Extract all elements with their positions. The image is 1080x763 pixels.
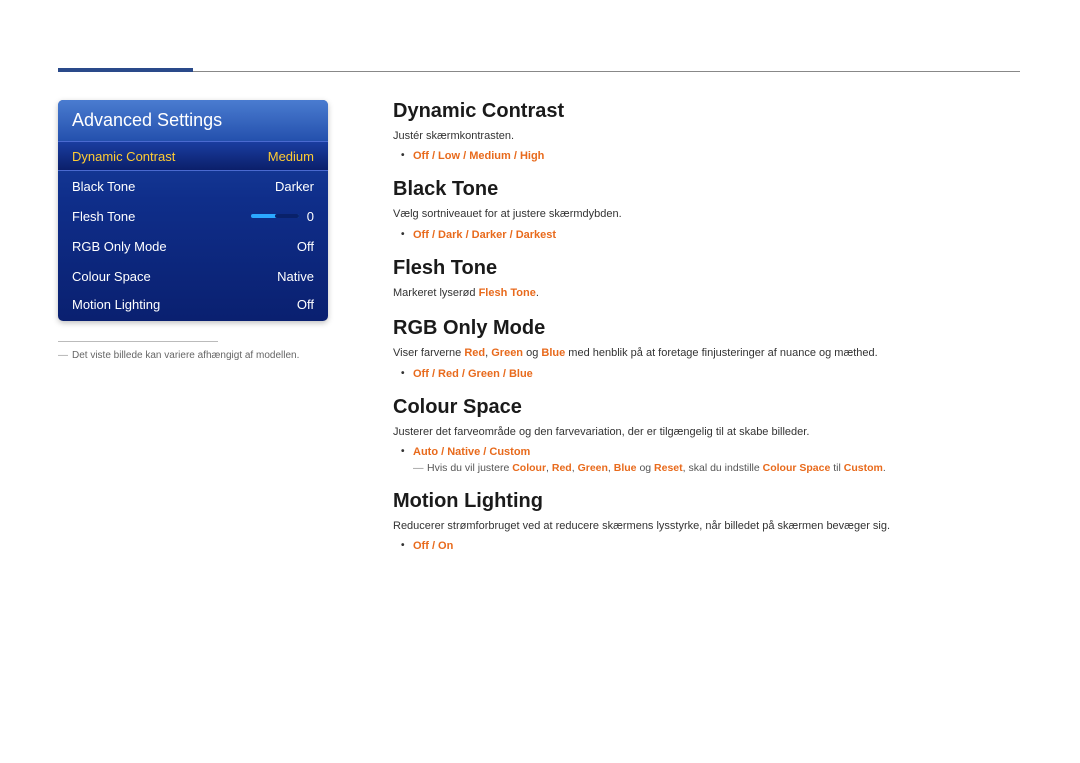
- section-title: Flesh Tone: [393, 257, 1020, 280]
- row-value: Medium: [268, 149, 314, 164]
- section-title: Dynamic Contrast: [393, 100, 1020, 123]
- row-value: Off: [297, 239, 314, 254]
- row-label: RGB Only Mode: [72, 239, 167, 254]
- section-options: Off / Red / Green / Blue: [393, 368, 1020, 380]
- section-options: Off / On: [393, 540, 1020, 552]
- section-desc: Reducerer strømforbruget ved at reducere…: [393, 519, 1020, 534]
- row-value: 0: [307, 209, 314, 224]
- panel-row-dynamic-contrast[interactable]: Dynamic Contrast Medium: [58, 141, 328, 171]
- section-options: Off / Low / Medium / High: [393, 150, 1020, 162]
- section-title: RGB Only Mode: [393, 317, 1020, 340]
- row-label: Dynamic Contrast: [72, 149, 175, 164]
- row-label: Colour Space: [72, 269, 151, 284]
- section-desc: Markeret lyserød Flesh Tone.: [393, 286, 1020, 301]
- row-value: Native: [277, 269, 314, 284]
- panel-title: Advanced Settings: [58, 100, 328, 141]
- row-label: Flesh Tone: [72, 209, 135, 224]
- footnote-rule: [58, 341, 218, 342]
- panel-row-colour-space[interactable]: Colour Space Native: [58, 261, 328, 291]
- section-desc: Viser farverne Red, Green og Blue med he…: [393, 346, 1020, 361]
- section-black-tone: Black Tone Vælg sortniveauet for at just…: [393, 178, 1020, 240]
- section-dynamic-contrast: Dynamic Contrast Justér skærmkontrasten.…: [393, 100, 1020, 162]
- section-colour-space: Colour Space Justerer det farveområde og…: [393, 396, 1020, 474]
- section-desc: Justér skærmkontrasten.: [393, 129, 1020, 144]
- row-value: Off: [297, 297, 314, 312]
- section-desc: Vælg sortniveauet for at justere skærmdy…: [393, 207, 1020, 222]
- section-options: Off / Dark / Darker / Darkest: [393, 229, 1020, 241]
- header-rule: [58, 40, 1020, 70]
- advanced-settings-panel: Advanced Settings Dynamic Contrast Mediu…: [58, 100, 328, 321]
- section-motion-lighting: Motion Lighting Reducerer strømforbruget…: [393, 490, 1020, 552]
- section-flesh-tone: Flesh Tone Markeret lyserød Flesh Tone.: [393, 257, 1020, 301]
- section-desc: Justerer det farveområde og den farvevar…: [393, 425, 1020, 440]
- section-title: Colour Space: [393, 396, 1020, 419]
- section-title: Black Tone: [393, 178, 1020, 201]
- flesh-tone-slider[interactable]: 0: [251, 209, 314, 224]
- panel-row-motion-lighting[interactable]: Motion Lighting Off: [58, 291, 328, 321]
- section-title: Motion Lighting: [393, 490, 1020, 513]
- panel-footnote: Det viste billede kan variere afhængigt …: [58, 350, 328, 361]
- panel-row-black-tone[interactable]: Black Tone Darker: [58, 171, 328, 201]
- section-note: Hvis du vil justere Colour, Red, Green, …: [393, 462, 1020, 474]
- row-label: Motion Lighting: [72, 297, 160, 312]
- panel-row-rgb-only-mode[interactable]: RGB Only Mode Off: [58, 231, 328, 261]
- section-rgb-only-mode: RGB Only Mode Viser farverne Red, Green …: [393, 317, 1020, 379]
- section-options: Auto / Native / Custom: [393, 446, 1020, 458]
- row-label: Black Tone: [72, 179, 135, 194]
- panel-row-flesh-tone[interactable]: Flesh Tone 0: [58, 201, 328, 231]
- row-value: Darker: [275, 179, 314, 194]
- slider-track: [251, 214, 299, 218]
